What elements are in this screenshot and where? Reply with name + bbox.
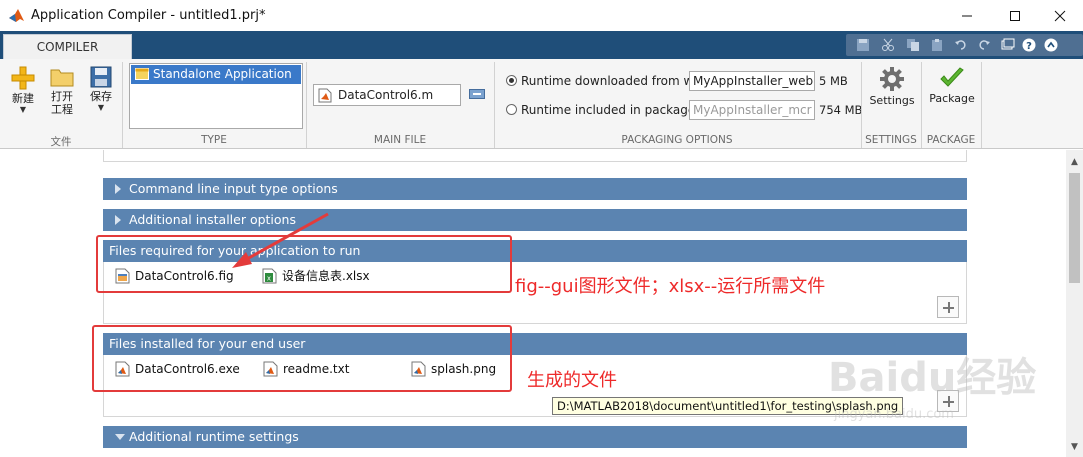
annotation-required-note: fig--gui图形文件；xlsx--运行所需文件 — [515, 276, 826, 297]
annotation-installed-note: 生成的文件 — [527, 370, 617, 391]
watermark-url: jingyan.baidu.com — [834, 407, 954, 422]
baidu-watermark: Baidu经验 jingyan.baidu.com — [828, 345, 1068, 435]
watermark-brand: Baidu经验 — [828, 355, 1037, 401]
